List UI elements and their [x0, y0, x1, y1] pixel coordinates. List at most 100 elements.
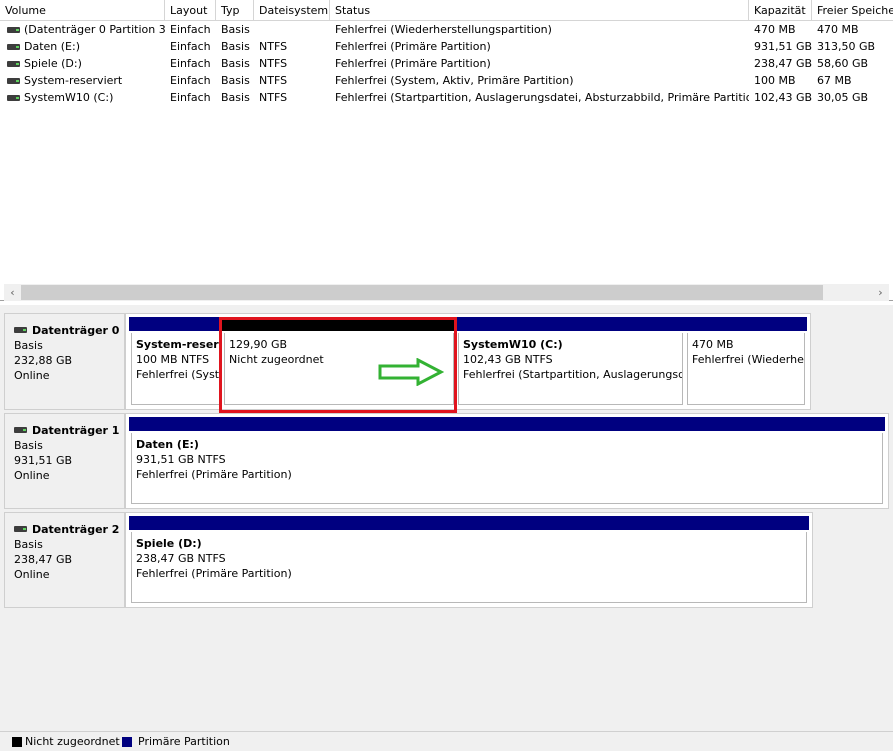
- partition-status: Fehlerfrei (Primäre Partition): [136, 567, 292, 580]
- partition-status: Fehlerfrei (Wiederher: [692, 353, 805, 366]
- disk-partitions: Spiele (D:) 238,47 GB NTFS Fehlerfrei (P…: [125, 512, 813, 608]
- disk-size: 238,47 GB: [14, 553, 73, 566]
- horizontal-scrollbar[interactable]: ‹ ›: [4, 284, 889, 301]
- disk-type: Basis: [14, 339, 43, 352]
- partition-unallocated[interactable]: 129,90 GB Nicht zugeordnet: [222, 317, 456, 407]
- partition-bar-primary: [129, 317, 222, 331]
- volume-filesystem: NTFS: [259, 57, 288, 70]
- volume-capacity: 102,43 GB: [754, 91, 812, 104]
- volume-free: 67 MB: [817, 74, 852, 87]
- disk-state: Online: [14, 568, 50, 581]
- partition-c[interactable]: SystemW10 (C:) 102,43 GB NTFS Fehlerfrei…: [456, 317, 685, 407]
- partition-system-reserved[interactable]: System-reser 100 MB NTFS Fehlerfrei (Sys…: [129, 317, 222, 407]
- column-header-kapazitaet[interactable]: Kapazität: [749, 0, 812, 21]
- drive-icon: [14, 427, 27, 433]
- partition-name: SystemW10 (C:): [463, 338, 563, 351]
- partition-name: Spiele (D:): [136, 537, 202, 550]
- legend-label: Nicht zugeordnet: [25, 735, 120, 748]
- partition-bar-primary: [685, 317, 807, 331]
- volume-filesystem: NTFS: [259, 74, 288, 87]
- volume-status: Fehlerfrei (Primäre Partition): [335, 57, 491, 70]
- partition-bar-primary: [456, 317, 685, 331]
- volume-filesystem: NTFS: [259, 40, 288, 53]
- volume-capacity: 100 MB: [754, 74, 796, 87]
- column-header-dateisystem[interactable]: Dateisystem: [254, 0, 330, 21]
- partition-status: Fehlerfrei (Primäre Partition): [136, 468, 292, 481]
- disk-size: 931,51 GB: [14, 454, 73, 467]
- volume-name: Spiele (D:): [24, 57, 82, 70]
- scrollbar-thumb[interactable]: [21, 285, 823, 300]
- partition-bar-primary: [129, 516, 809, 530]
- volume-capacity: 470 MB: [754, 23, 796, 36]
- volume-status: Fehlerfrei (Startpartition, Auslagerungs…: [335, 91, 749, 104]
- volume-free: 313,50 GB: [817, 40, 876, 53]
- volume-layout: Einfach: [170, 57, 211, 70]
- disk-name: Datenträger 0: [14, 323, 124, 338]
- partition-size: 100 MB NTFS: [136, 353, 210, 366]
- column-header-typ[interactable]: Typ: [216, 0, 254, 21]
- volume-type: Basis: [221, 91, 250, 104]
- disk-label[interactable]: Datenträger 2 Basis 238,47 GB Online: [4, 512, 125, 608]
- legend-swatch-unallocated: [12, 737, 22, 747]
- disk-name: Datenträger 2: [14, 522, 124, 537]
- volume-list: Volume Layout Typ Dateisystem Status Kap…: [0, 0, 893, 301]
- volume-layout: Einfach: [170, 40, 211, 53]
- disk-state: Online: [14, 369, 50, 382]
- volume-type: Basis: [221, 57, 250, 70]
- volume-name: System-reserviert: [24, 74, 123, 87]
- volume-status: Fehlerfrei (System, Aktiv, Primäre Parti…: [335, 74, 574, 87]
- disk-label[interactable]: Datenträger 1 Basis 931,51 GB Online: [4, 413, 125, 509]
- partition-size: 129,90 GB: [229, 338, 288, 351]
- disk-partitions: System-reser 100 MB NTFS Fehlerfrei (Sys…: [125, 313, 811, 410]
- column-header-status[interactable]: Status: [330, 0, 749, 21]
- volume-filesystem: NTFS: [259, 91, 288, 104]
- partition-size: 931,51 GB NTFS: [136, 453, 226, 466]
- volume-row[interactable]: (Datenträger 0 Partition 3) Einfach Basi…: [0, 21, 893, 38]
- volume-layout: Einfach: [170, 91, 211, 104]
- partition-e[interactable]: Daten (E:) 931,51 GB NTFS Fehlerfrei (Pr…: [129, 417, 885, 506]
- disk-graphics-panel: Datenträger 0 Basis 232,88 GB Online Sys…: [0, 305, 893, 731]
- volume-row[interactable]: SystemW10 (C:) Einfach Basis NTFS Fehler…: [0, 89, 893, 106]
- partition-recovery[interactable]: 470 MB Fehlerfrei (Wiederher: [685, 317, 807, 407]
- disk-type: Basis: [14, 439, 43, 452]
- volume-name: (Datenträger 0 Partition 3): [24, 23, 165, 36]
- scroll-right-icon[interactable]: ›: [872, 284, 889, 301]
- column-header-volume[interactable]: Volume: [0, 0, 165, 21]
- legend-label: Primäre Partition: [138, 735, 230, 748]
- partition-size: 238,47 GB NTFS: [136, 552, 226, 565]
- partition-status: Nicht zugeordnet: [229, 353, 324, 366]
- column-header-freier-speicher[interactable]: Freier Speicher: [812, 0, 893, 21]
- volume-row[interactable]: Spiele (D:) Einfach Basis NTFS Fehlerfre…: [0, 55, 893, 72]
- disk-partitions: Daten (E:) 931,51 GB NTFS Fehlerfrei (Pr…: [125, 413, 889, 509]
- partition-status: Fehlerfrei (Syst: [136, 368, 220, 381]
- volume-free: 58,60 GB: [817, 57, 869, 70]
- volume-capacity: 931,51 GB: [754, 40, 812, 53]
- volume-type: Basis: [221, 74, 250, 87]
- legend: Nicht zugeordnet Primäre Partition: [0, 731, 893, 751]
- volume-type: Basis: [221, 23, 250, 36]
- volume-name: SystemW10 (C:): [24, 91, 114, 104]
- disk-size: 232,88 GB: [14, 354, 73, 367]
- scroll-left-icon[interactable]: ‹: [4, 284, 21, 301]
- volume-name: Daten (E:): [24, 40, 80, 53]
- disk-name: Datenträger 1: [14, 423, 124, 438]
- volume-type: Basis: [221, 40, 250, 53]
- partition-status: Fehlerfrei (Startpartition, Auslagerungs…: [463, 368, 683, 381]
- drive-icon: [14, 327, 27, 333]
- volume-capacity: 238,47 GB: [754, 57, 812, 70]
- partition-d[interactable]: Spiele (D:) 238,47 GB NTFS Fehlerfrei (P…: [129, 516, 809, 605]
- drive-icon: [14, 526, 27, 532]
- partition-size: 102,43 GB NTFS: [463, 353, 553, 366]
- disk-label[interactable]: Datenträger 0 Basis 232,88 GB Online: [4, 313, 125, 410]
- volume-status: Fehlerfrei (Primäre Partition): [335, 40, 491, 53]
- volume-list-header: Volume Layout Typ Dateisystem Status Kap…: [0, 0, 893, 21]
- legend-item-primary: Primäre Partition: [122, 732, 230, 751]
- volume-filesystem: [254, 21, 330, 38]
- volume-row[interactable]: System-reserviert Einfach Basis NTFS Feh…: [0, 72, 893, 89]
- partition-bar-primary: [129, 417, 885, 431]
- column-header-layout[interactable]: Layout: [165, 0, 216, 21]
- legend-swatch-primary: [122, 737, 132, 747]
- volume-row[interactable]: Daten (E:) Einfach Basis NTFS Fehlerfrei…: [0, 38, 893, 55]
- partition-bar-unallocated: [222, 317, 456, 331]
- volume-free: 470 MB: [817, 23, 859, 36]
